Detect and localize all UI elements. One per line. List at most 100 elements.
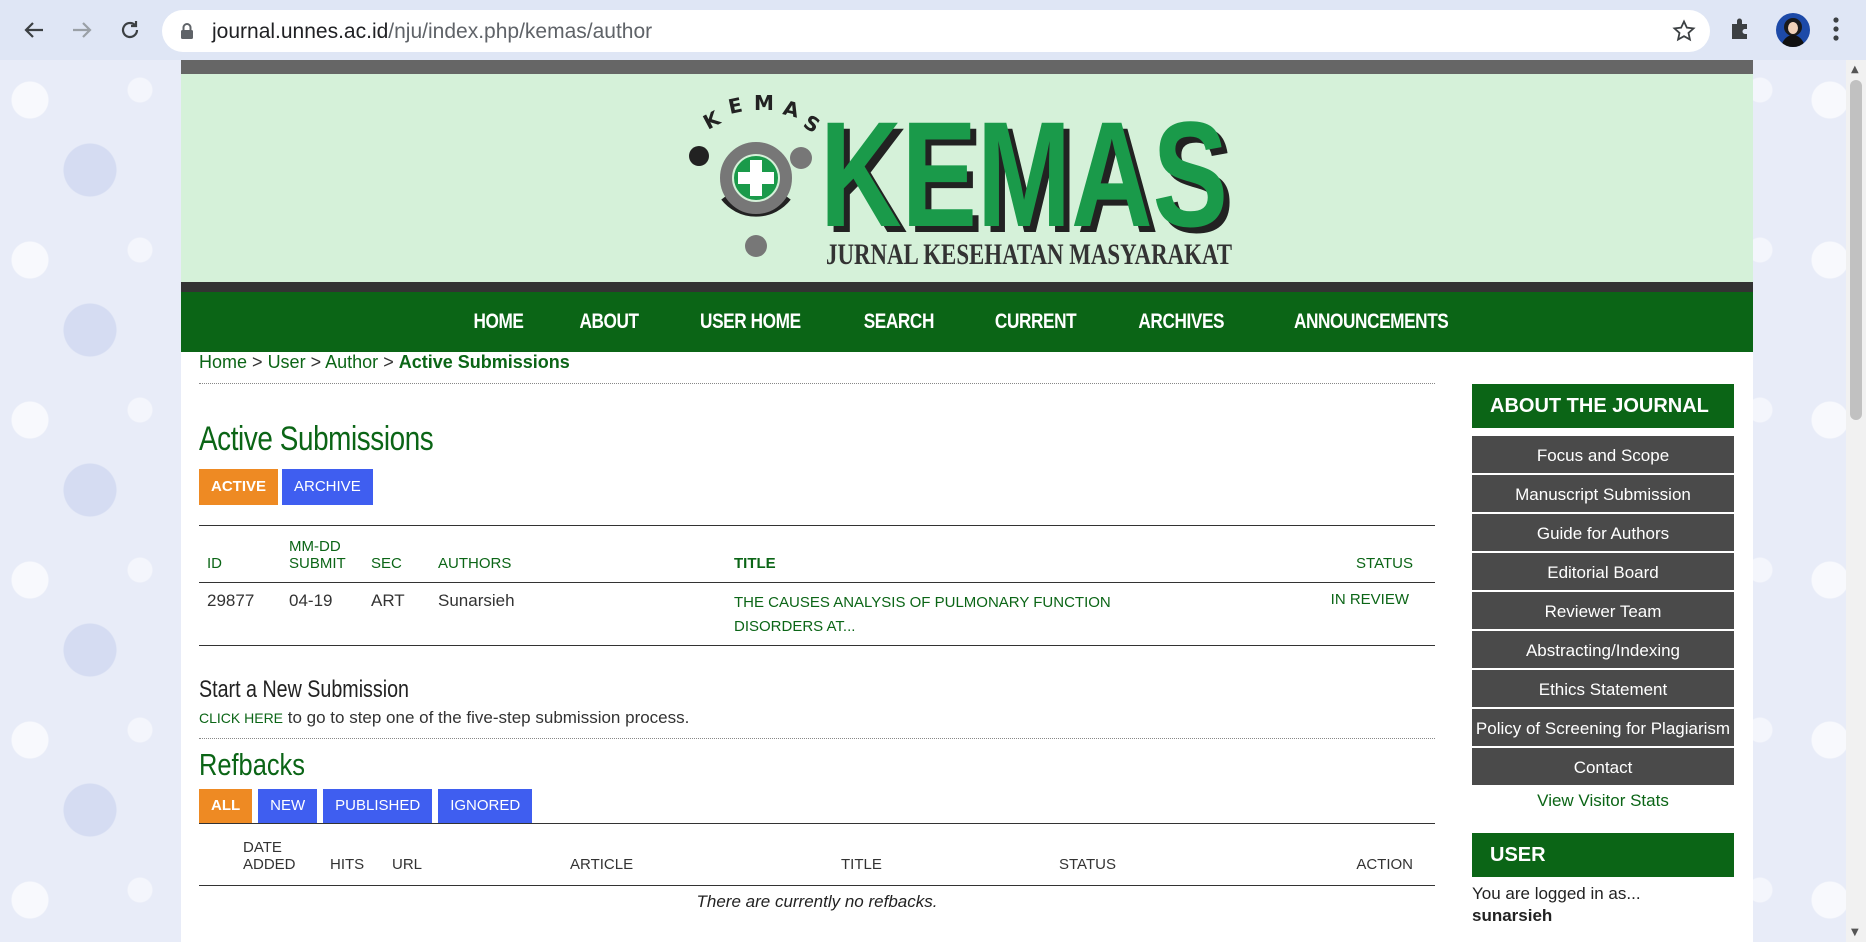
cell-title-link[interactable]: THE CAUSES ANALYSIS OF PULMONARY FUNCTIO… xyxy=(726,583,1277,646)
breadcrumb-home[interactable]: Home xyxy=(199,352,247,372)
sidebar-item-editorial-board[interactable]: Editorial Board xyxy=(1472,553,1734,592)
refback-tab-ignored[interactable]: IGNORED xyxy=(438,789,533,823)
nav-current[interactable]: CURRENT xyxy=(977,310,1094,334)
logo-ring-letter: E xyxy=(726,93,744,119)
kemas-logo[interactable]: K E M A S KEMAS KEMAS JURNAL KESEHATAN M… xyxy=(686,86,1266,266)
col-date-top: MM-DD xyxy=(289,538,341,555)
visitor-stats-link[interactable]: View Visitor Stats xyxy=(1472,791,1734,811)
nav-archives[interactable]: ARCHIVES xyxy=(1120,310,1242,334)
sidebar-item-abstracting-indexing[interactable]: Abstracting/Indexing xyxy=(1472,631,1734,670)
nav-search[interactable]: SEARCH xyxy=(846,310,952,334)
about-journal-heading: ABOUT THE JOURNAL xyxy=(1472,384,1734,428)
sidebar-item-manuscript-submission[interactable]: Manuscript Submission xyxy=(1472,475,1734,514)
ref-col-status: STATUS xyxy=(1059,856,1116,873)
sidebar: ABOUT THE JOURNAL Focus and Scope Manusc… xyxy=(1472,384,1734,927)
col-authors[interactable]: AUTHORS xyxy=(430,526,726,583)
breadcrumb-author[interactable]: Author xyxy=(325,352,378,372)
nav-announcements[interactable]: ANNOUNCEMENTS xyxy=(1276,310,1467,334)
logo-subtitle: JURNAL KESEHATAN MASYARAKAT xyxy=(826,238,1232,266)
ref-col-date-bottom: ADDED xyxy=(243,856,296,873)
url-path: /nju/index.php/kemas/author xyxy=(388,20,653,43)
refbacks-tabs: ALL NEW PUBLISHED IGNORED xyxy=(199,789,1435,824)
ref-col-article: ARTICLE xyxy=(570,856,634,873)
sidebar-item-contact[interactable]: Contact xyxy=(1472,748,1734,787)
scroll-up-icon[interactable]: ▲ xyxy=(1851,64,1859,75)
forward-arrow-icon[interactable] xyxy=(66,14,98,46)
nav-user-home[interactable]: USER HOME xyxy=(682,310,819,334)
submissions-header-row: ID MM-DD SUBMIT SEC AUTHORS TITLE STATUS xyxy=(199,525,1435,583)
logo-ring-letter: M xyxy=(754,91,774,115)
sidebar-item-focus-scope[interactable]: Focus and Scope xyxy=(1472,436,1734,475)
title-line-1: THE CAUSES ANALYSIS OF PULMONARY FUNCTIO… xyxy=(734,594,1111,611)
sidebar-item-ethics-statement[interactable]: Ethics Statement xyxy=(1472,670,1734,709)
star-icon[interactable] xyxy=(1672,19,1696,47)
username: sunarsieh xyxy=(1472,906,1553,925)
ref-col-url: URL xyxy=(392,856,423,873)
logged-in-label: You are logged in as... xyxy=(1472,884,1641,903)
col-date[interactable]: MM-DD SUBMIT xyxy=(281,526,363,583)
reload-icon[interactable] xyxy=(114,14,146,46)
nav-home[interactable]: HOME xyxy=(456,310,542,334)
banner-divider xyxy=(181,282,1753,292)
url-host: journal.unnes.ac.id xyxy=(212,20,389,43)
browser-toolbar: journal.unnes.ac.id/nju/index.php/kemas/… xyxy=(0,0,1866,60)
lock-icon[interactable] xyxy=(180,22,194,44)
submissions-table: ID MM-DD SUBMIT SEC AUTHORS TITLE STATUS … xyxy=(199,525,1435,646)
back-arrow-icon[interactable] xyxy=(18,14,50,46)
ref-col-hits: HITS xyxy=(330,856,365,873)
address-bar[interactable]: journal.unnes.ac.id/nju/index.php/kemas/… xyxy=(162,10,1710,52)
cell-date: 04-19 xyxy=(289,591,333,610)
refbacks-heading: Refbacks xyxy=(199,747,305,782)
refback-tab-new[interactable]: NEW xyxy=(258,789,318,823)
refback-tab-published[interactable]: PUBLISHED xyxy=(323,789,433,823)
logo-big-text: KEMAS xyxy=(820,90,1228,258)
cell-id: 29877 xyxy=(207,591,255,610)
cell-status-link[interactable]: IN REVIEW xyxy=(1277,583,1435,646)
refbacks-header-row: DATE ADDED HITS URL ARTICLE TITLE STATUS … xyxy=(199,824,1435,886)
user-heading: USER xyxy=(1472,833,1734,877)
no-refbacks-message: There are currently no refbacks. xyxy=(696,892,938,911)
address-url[interactable]: journal.unnes.ac.id/nju/index.php/kemas/… xyxy=(212,20,652,44)
cell-authors: Sunarsieh xyxy=(438,591,515,610)
page-viewport: K E M A S KEMAS KEMAS JURNAL KESEHATAN M… xyxy=(0,60,1846,942)
breadcrumb-user[interactable]: User xyxy=(268,352,306,372)
logo-ring-letter: A xyxy=(781,96,802,123)
breadcrumb-separator: > xyxy=(252,352,263,372)
scrollbar-thumb[interactable] xyxy=(1850,80,1862,420)
col-sec[interactable]: SEC xyxy=(363,526,430,583)
scroll-down-icon[interactable]: ▼ xyxy=(1851,927,1859,938)
sidebar-item-plagiarism-policy[interactable]: Policy of Screening for Plagiarism xyxy=(1472,709,1734,748)
main-content: Home > User > Author > Active Submission… xyxy=(199,352,1435,912)
click-here-link[interactable]: CLICK HERE xyxy=(199,710,283,726)
sidebar-item-guide-authors[interactable]: Guide for Authors xyxy=(1472,514,1734,553)
new-submission-description: to go to step one of the five-step submi… xyxy=(283,708,690,727)
sidebar-item-reviewer-team[interactable]: Reviewer Team xyxy=(1472,592,1734,631)
refback-tab-all[interactable]: ALL xyxy=(199,789,253,823)
extensions-icon[interactable] xyxy=(1728,16,1752,46)
col-title[interactable]: TITLE xyxy=(726,526,1277,583)
main-navigation: HOME ABOUT USER HOME SEARCH CURRENT ARCH… xyxy=(181,292,1753,352)
cell-sec: ART xyxy=(371,591,405,610)
page-title: Active Submissions xyxy=(199,420,434,458)
col-date-bottom: SUBMIT xyxy=(289,555,346,572)
page-scrollbar[interactable]: ▲ ▼ xyxy=(1846,60,1866,942)
about-journal-menu: Focus and Scope Manuscript Submission Gu… xyxy=(1472,436,1734,787)
breadcrumb-separator: > xyxy=(310,352,322,372)
new-submission-text: CLICK HERE to go to step one of the five… xyxy=(199,708,1435,739)
ref-col-action: ACTION xyxy=(1356,856,1413,873)
profile-avatar[interactable] xyxy=(1776,13,1810,47)
breadcrumb: Home > User > Author > Active Submission… xyxy=(199,352,1435,384)
menu-kebab-icon[interactable] xyxy=(1832,15,1840,47)
tab-active[interactable]: ACTIVE xyxy=(199,469,279,505)
header-banner: K E M A S KEMAS KEMAS JURNAL KESEHATAN M… xyxy=(181,74,1753,282)
col-id[interactable]: ID xyxy=(199,526,281,583)
breadcrumb-current[interactable]: Active Submissions xyxy=(399,352,570,372)
journal-site: K E M A S KEMAS KEMAS JURNAL KESEHATAN M… xyxy=(181,60,1753,942)
nav-about[interactable]: ABOUT xyxy=(562,310,657,334)
title-line-2: DISORDERS AT... xyxy=(734,618,856,635)
ref-col-title: TITLE xyxy=(841,856,882,873)
col-status[interactable]: STATUS xyxy=(1277,526,1435,583)
new-submission-heading: Start a New Submission xyxy=(199,676,410,703)
tab-archive[interactable]: ARCHIVE xyxy=(282,469,373,505)
table-row: 29877 04-19 ART Sunarsieh THE CAUSES ANA… xyxy=(199,583,1435,646)
